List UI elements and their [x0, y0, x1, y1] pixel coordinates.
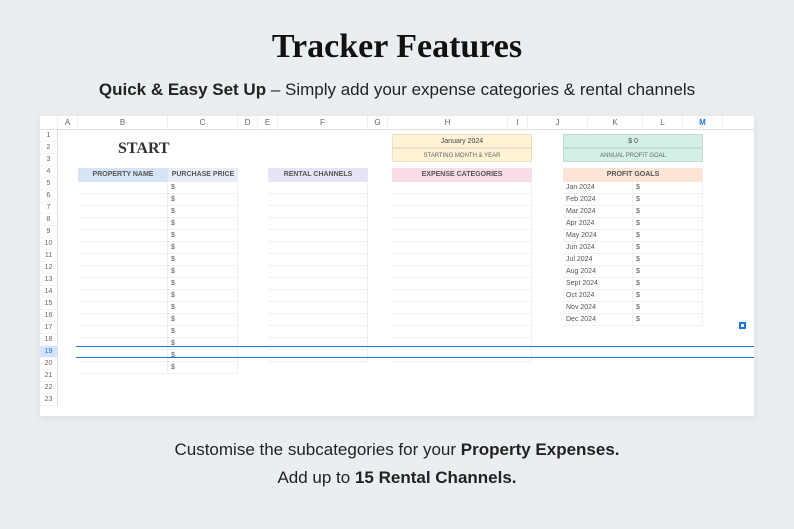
page-title: Tracker Features	[272, 28, 522, 66]
annual-profit-label: ANNUAL PROFIT GOAL	[563, 148, 703, 162]
expense-categories-table[interactable]	[392, 182, 532, 362]
header-purchase-price: PURCHASE PRICE	[168, 168, 238, 182]
footer-line-2: Add up to 15 Rental Channels.	[277, 468, 516, 488]
annual-profit-value[interactable]: $ 0	[563, 134, 703, 148]
header-expense-categories: EXPENSE CATEGORIES	[392, 168, 532, 182]
profit-goals-table[interactable]: Jan 2024$ Feb 2024$ Mar 2024$ Apr 2024$ …	[563, 182, 703, 326]
selection-handle-icon[interactable]	[739, 322, 746, 329]
header-profit-goals: PROFIT GOALS	[563, 168, 703, 182]
row-numbers: 123 456 789 101112 131415 161718 192021 …	[40, 130, 58, 406]
subtitle-rest: – Simply add your expense categories & r…	[266, 80, 695, 99]
start-label: START	[118, 140, 170, 158]
sheet-content: START January 2024 STARTING MONTH & YEAR…	[58, 130, 754, 416]
starting-month-label: STARTING MONTH & YEAR	[392, 148, 532, 162]
column-letters: A B C D E F G H I J K L M	[40, 116, 754, 130]
rental-channels-table[interactable]	[268, 182, 368, 362]
property-table[interactable]: $ $ $ $ $ $ $ $ $ $ $ $ $ $ $ $	[78, 182, 238, 374]
subtitle-bold: Quick & Easy Set Up	[99, 80, 266, 99]
header-property-name: PROPERTY NAME	[78, 168, 168, 182]
spreadsheet-preview: A B C D E F G H I J K L M 123 456 789 10…	[40, 116, 754, 416]
subtitle: Quick & Easy Set Up – Simply add your ex…	[99, 80, 695, 100]
starting-month-value[interactable]: January 2024	[392, 134, 532, 148]
footer-line-1: Customise the subcategories for your Pro…	[174, 440, 619, 460]
header-rental-channels: RENTAL CHANNELS	[268, 168, 368, 182]
